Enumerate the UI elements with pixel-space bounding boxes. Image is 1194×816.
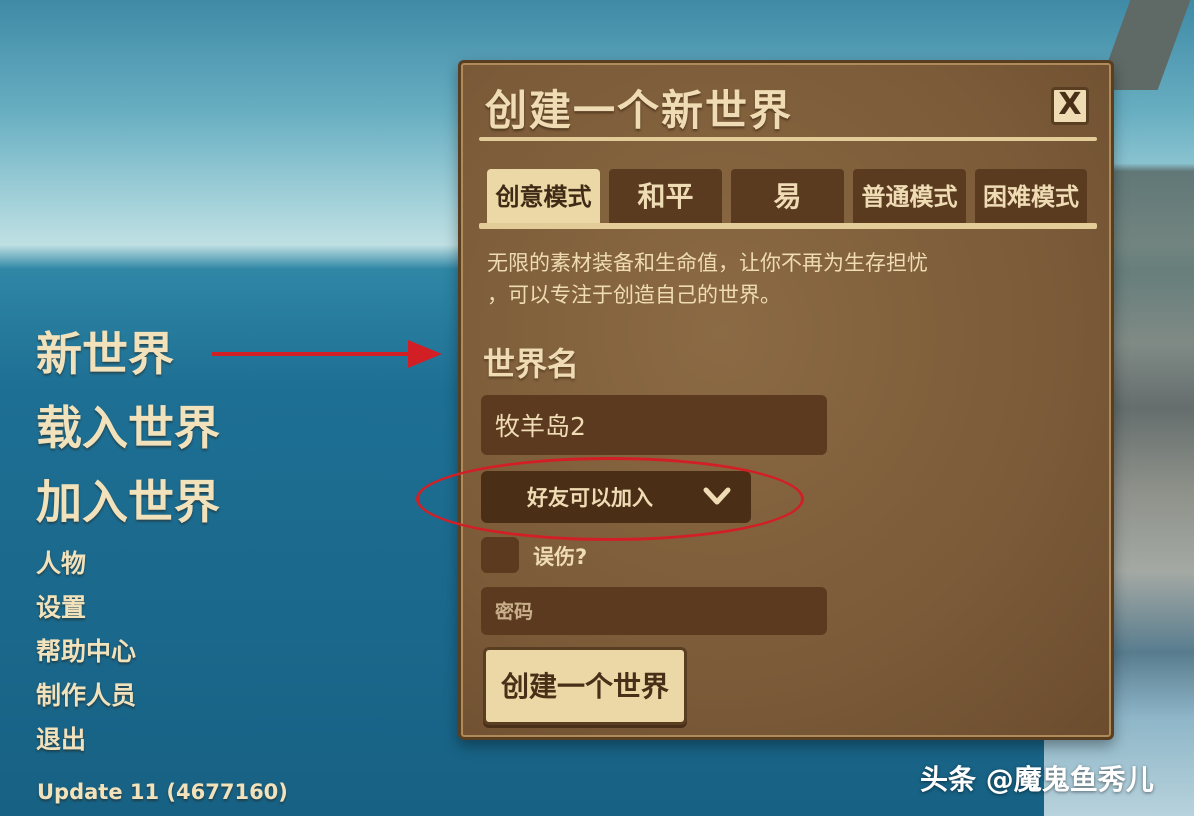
annotation-arrow xyxy=(212,340,442,368)
menu-new-world[interactable]: 新世界 xyxy=(36,322,220,396)
menu-join-world[interactable]: 加入世界 xyxy=(36,470,220,544)
main-menu: 新世界 载入世界 加入世界 人物 设置 帮助中心 制作人员 退出 xyxy=(36,322,220,764)
tab-peaceful[interactable]: 和平 xyxy=(609,169,722,223)
create-world-dialog: 创建一个新世界 X 创意模式 和平 易 普通模式 困难模式 无限的素材装备和生命… xyxy=(416,60,1114,740)
menu-exit[interactable]: 退出 xyxy=(36,720,220,764)
menu-load-world[interactable]: 载入世界 xyxy=(36,396,220,470)
chevron-down-icon xyxy=(703,487,731,505)
tab-creative[interactable]: 创意模式 xyxy=(487,169,600,223)
mode-description: 无限的素材装备和生命值，让你不再为生存担忧 ，可以专注于创造自己的世界。 xyxy=(487,247,1007,311)
dropdown-selected-value: 好友可以加入 xyxy=(527,486,653,510)
tab-hard[interactable]: 困难模式 xyxy=(975,169,1087,223)
create-world-button[interactable]: 创建一个世界 xyxy=(483,647,687,725)
version-label: Update 11 (4677160) xyxy=(37,780,288,804)
world-name-label: 世界名 xyxy=(483,345,580,383)
tab-normal[interactable]: 普通模式 xyxy=(853,169,966,223)
menu-help-center[interactable]: 帮助中心 xyxy=(36,632,220,676)
mode-description-line: ，可以专注于创造自己的世界。 xyxy=(487,283,781,307)
menu-credits[interactable]: 制作人员 xyxy=(36,676,220,720)
password-input[interactable]: 密码 xyxy=(481,587,827,635)
menu-settings[interactable]: 设置 xyxy=(36,588,220,632)
close-button[interactable]: X xyxy=(1051,87,1089,125)
tabs-divider xyxy=(479,223,1097,229)
menu-character[interactable]: 人物 xyxy=(36,544,220,588)
dialog-title: 创建一个新世界 xyxy=(485,86,794,135)
join-permission-dropdown[interactable]: 好友可以加入 xyxy=(481,471,751,523)
friendly-fire-checkbox[interactable] xyxy=(481,537,519,573)
world-name-input[interactable]: 牧羊岛2 xyxy=(481,395,827,455)
mode-description-line: 无限的素材装备和生命值，让你不再为生存担忧 xyxy=(487,251,928,275)
mode-tabs: 创意模式 和平 易 普通模式 困难模式 xyxy=(487,169,1099,225)
title-divider xyxy=(479,137,1097,141)
watermark-text: 头条 @魔鬼鱼秀儿 xyxy=(920,763,1154,796)
tab-easy[interactable]: 易 xyxy=(731,169,844,223)
friendly-fire-label: 误伤? xyxy=(533,545,588,569)
